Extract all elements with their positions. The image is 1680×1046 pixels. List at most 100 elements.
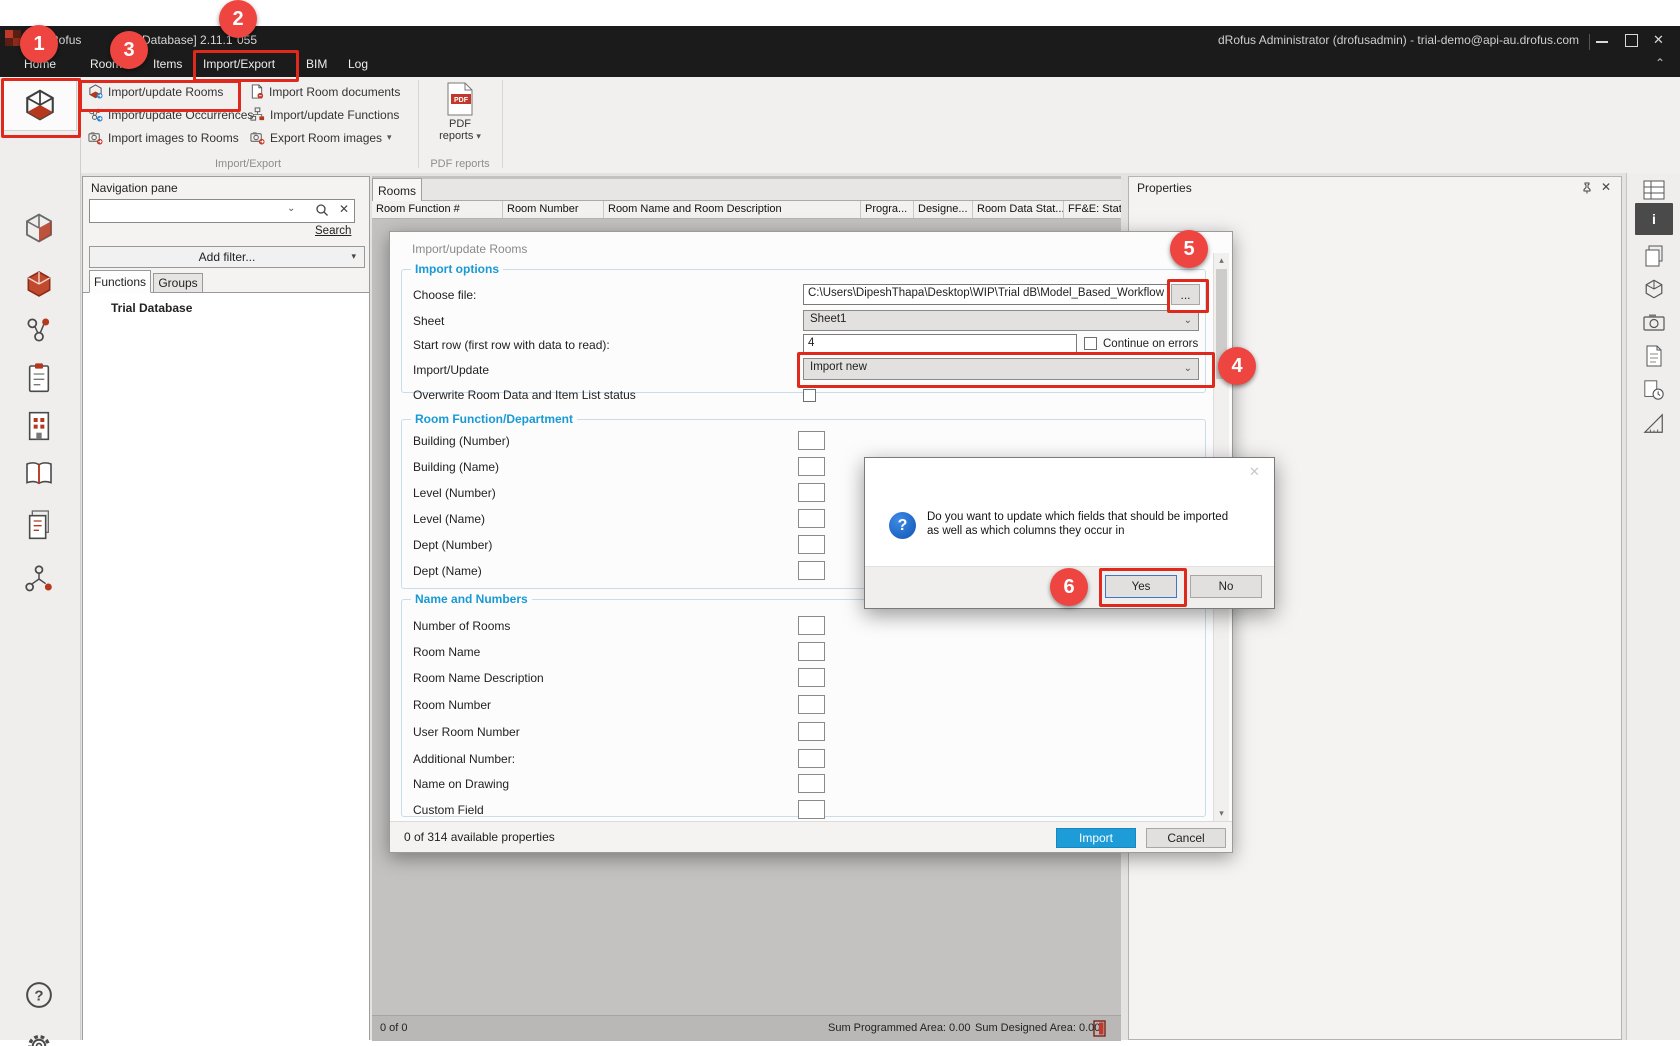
choose-file-input[interactable]: C:\Users\DipeshThapa\Desktop\WIP\Trial d… (803, 284, 1169, 305)
rooms-tab[interactable]: Rooms (372, 178, 422, 202)
app-logo-icon (5, 30, 21, 46)
documents-tool-button[interactable] (1641, 343, 1667, 369)
sidebar-item-items[interactable] (3, 259, 75, 309)
export-room-images-button[interactable]: Export Room images ▾ (250, 130, 392, 145)
tree-root-node[interactable]: Trial Database (111, 301, 192, 315)
column-room-function[interactable]: Room Function # (372, 201, 503, 218)
search-link[interactable]: Search (315, 225, 351, 237)
import-update-functions-label: Import/update Functions (270, 108, 399, 122)
copy-tool-button[interactable] (1641, 243, 1667, 269)
column-room-number[interactable]: Room Number (503, 201, 604, 218)
add-filter-button[interactable]: Add filter... ▾ (89, 246, 365, 268)
import-button[interactable]: Import (1056, 828, 1136, 848)
cancel-button[interactable]: Cancel (1146, 828, 1226, 848)
import-update-occurrences-icon (88, 107, 103, 122)
sidebar-item-products[interactable] (3, 305, 75, 355)
level-name-input[interactable] (798, 509, 825, 528)
column-room-data-status[interactable]: Room Data Stat... (973, 201, 1064, 218)
measure-tool-button[interactable] (1641, 411, 1667, 437)
column-ffe-status[interactable]: FF&E: Status (1064, 201, 1121, 218)
question-glyph: ? (898, 517, 908, 535)
import-update-functions-button[interactable]: Import/update Functions (250, 107, 399, 122)
collapse-ribbon-icon[interactable]: ⌃ (1655, 56, 1665, 70)
scroll-up-icon[interactable]: ▴ (1214, 255, 1229, 266)
custom-field-input[interactable] (798, 800, 825, 819)
dept-number-input[interactable] (798, 535, 825, 554)
sidebar-item-systems[interactable] (3, 401, 75, 451)
sidebar-item-specifications[interactable] (3, 449, 75, 499)
ribbon-separator (418, 80, 419, 168)
history-tool-button[interactable] (1641, 377, 1667, 403)
sidebar-item-rooms[interactable] (3, 79, 77, 131)
sheet-label: Sheet (413, 314, 444, 328)
documents-icon (25, 509, 53, 541)
overwrite-label: Overwrite Room Data and Item List status (413, 388, 636, 402)
restore-button[interactable] (1625, 34, 1638, 47)
tab-bim[interactable]: BIM (306, 57, 327, 71)
number-of-rooms-input[interactable] (798, 616, 825, 635)
export-room-images-icon (250, 130, 265, 145)
tab-items[interactable]: Items (153, 57, 182, 71)
clipboard-icon (24, 362, 54, 394)
room-name-input[interactable] (798, 642, 825, 661)
building-number-input[interactable] (798, 431, 825, 450)
close-button[interactable]: ✕ (1653, 32, 1664, 48)
name-on-drawing-input[interactable] (798, 774, 825, 793)
import-update-rooms-button[interactable]: Import/update Rooms (88, 84, 223, 99)
info-tool-button[interactable]: i (1635, 203, 1673, 235)
room-number-input[interactable] (798, 695, 825, 714)
pdf-reports-button[interactable]: PDF PDF reports ▾ (424, 82, 496, 156)
confirm-close-icon[interactable]: ✕ (1249, 464, 1260, 480)
building-name-input[interactable] (798, 457, 825, 476)
tab-log[interactable]: Log (348, 57, 368, 71)
user-room-number-input[interactable] (798, 722, 825, 741)
help-button[interactable]: ? (3, 970, 75, 1020)
annotation-circle-1: 1 (20, 25, 58, 63)
sidebar-item-checklists[interactable] (3, 353, 75, 403)
yes-button[interactable]: Yes (1105, 575, 1177, 598)
column-designed[interactable]: Designe... (914, 201, 973, 218)
import-room-documents-button[interactable]: Import Room documents (250, 84, 400, 99)
import-update-mode-select[interactable]: Import new ⌄ (803, 358, 1199, 380)
room-name-description-input[interactable] (798, 668, 825, 687)
search-icon[interactable] (315, 203, 329, 217)
building-name-label: Building (Name) (413, 460, 499, 474)
navigation-pane-title: Navigation pane (91, 181, 178, 195)
start-row-input[interactable]: 4 (803, 334, 1077, 355)
images-tool-button[interactable] (1641, 309, 1667, 335)
sidebar-item-occurrences[interactable] (3, 203, 75, 253)
close-properties-icon[interactable]: ✕ (1601, 180, 1611, 194)
additional-number-label: Additional Number: (413, 752, 515, 766)
settings-button[interactable] (3, 1021, 75, 1046)
pin-icon[interactable] (1581, 182, 1593, 194)
document-icon (1645, 345, 1663, 367)
additional-number-input[interactable] (798, 749, 825, 768)
import-update-functions-icon (250, 107, 265, 122)
no-button[interactable]: No (1190, 575, 1262, 598)
column-room-name[interactable]: Room Name and Room Description (604, 201, 861, 218)
sidebar-item-reports[interactable] (3, 500, 75, 550)
properties-grid-button[interactable] (1641, 177, 1667, 203)
clear-search-icon[interactable]: ✕ (339, 202, 349, 216)
browse-file-button[interactable]: ... (1171, 284, 1200, 305)
rooms-column-header: Room Function # Room Number Room Name an… (372, 201, 1121, 219)
overwrite-checkbox[interactable] (803, 389, 816, 402)
level-number-input[interactable] (798, 483, 825, 502)
add-filter-label: Add filter... (199, 250, 256, 264)
sidebar-item-organization[interactable] (3, 554, 75, 604)
tab-import-export[interactable]: Import/Export (203, 57, 275, 71)
dept-name-input[interactable] (798, 561, 825, 580)
import-update-mode-label: Import/Update (413, 363, 489, 377)
nav-tab-groups[interactable]: Groups (153, 273, 203, 293)
scroll-down-icon[interactable]: ▾ (1214, 808, 1229, 819)
column-programmed[interactable]: Progra... (861, 201, 914, 218)
continue-on-errors-checkbox[interactable] (1084, 337, 1097, 350)
search-dropdown-icon[interactable]: ⌄ (287, 203, 295, 214)
minimize-button[interactable] (1596, 41, 1608, 43)
grid-icon (1643, 180, 1665, 200)
sheet-select[interactable]: Sheet1 ⌄ (803, 310, 1199, 331)
nav-tab-functions[interactable]: Functions (89, 270, 151, 293)
model-tool-button[interactable] (1641, 276, 1667, 302)
import-images-to-rooms-button[interactable]: Import images to Rooms (88, 130, 239, 145)
import-update-occurrences-button[interactable]: Import/update Occurrences (88, 107, 253, 122)
